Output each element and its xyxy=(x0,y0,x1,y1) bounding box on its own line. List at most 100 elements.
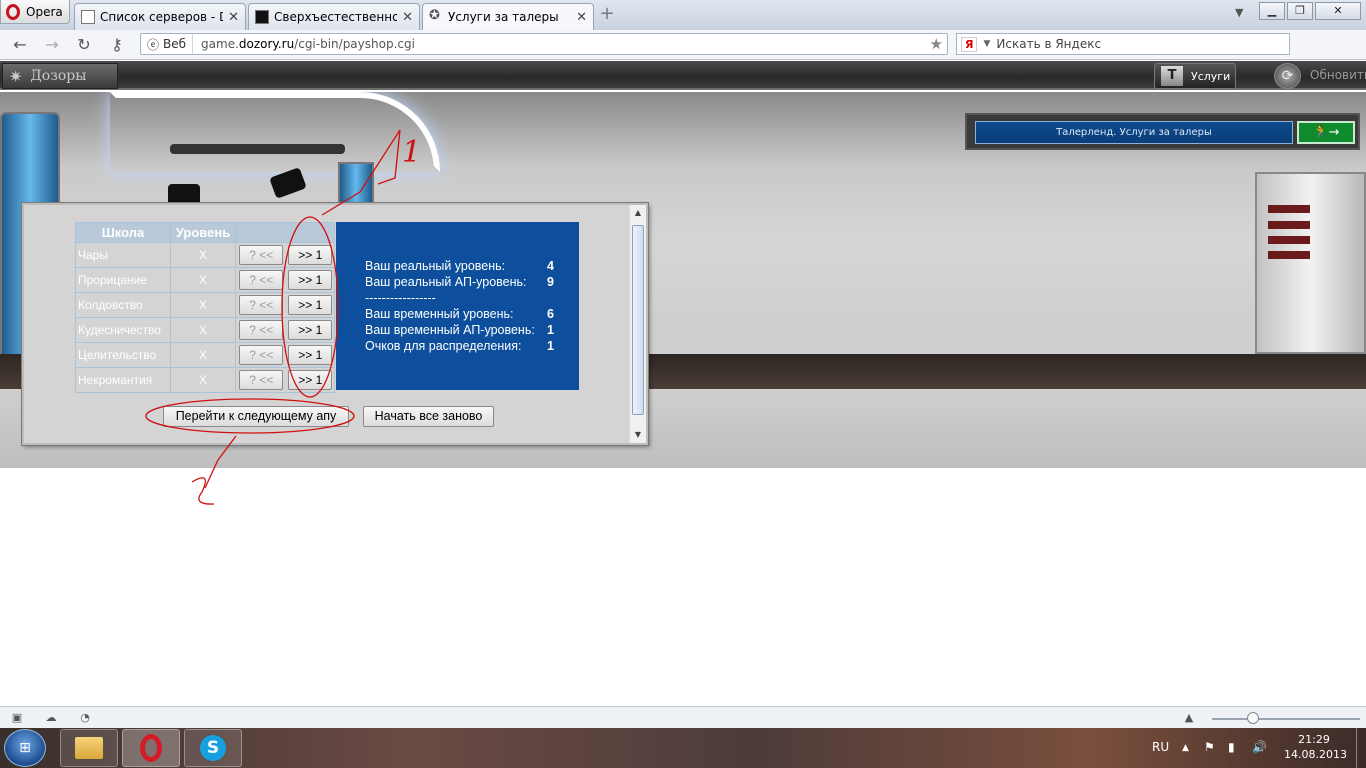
tab-taler-services[interactable]: ✪ Услуги за талеры ✕ xyxy=(422,3,594,30)
maximize-icon[interactable]: ❐ xyxy=(1287,2,1313,20)
table-row: Некромантия X ? << >> 1 xyxy=(75,367,335,393)
restart-button[interactable]: Начать все заново xyxy=(363,406,494,427)
system-clock[interactable]: 21:29 14.08.2013 xyxy=(1284,732,1347,762)
increase-button[interactable]: >> 1 xyxy=(288,345,333,365)
decrease-button[interactable]: ? << xyxy=(239,320,284,340)
star-icon: ✪ xyxy=(429,8,440,23)
increase-button[interactable]: >> 1 xyxy=(288,245,333,265)
direction-sign xyxy=(1268,205,1310,213)
scroll-up-icon[interactable]: ▲ xyxy=(630,205,646,221)
direction-sign xyxy=(1268,221,1310,229)
decrease-button[interactable]: ? << xyxy=(239,370,284,390)
minimize-icon[interactable]: ▁ xyxy=(1259,2,1285,20)
elevator-door[interactable] xyxy=(1255,172,1366,354)
real-level-label: Ваш реальный уровень: xyxy=(365,259,506,273)
yandex-icon: Я xyxy=(961,36,978,52)
school-name: Прорицание xyxy=(75,267,171,293)
decrease-button[interactable]: ? << xyxy=(239,295,284,315)
address-bar[interactable]: ⓔ Веб game.dozory.ru/cgi-bin/payshop.cgi… xyxy=(140,33,948,55)
bookmark-star-icon[interactable]: ★ xyxy=(930,35,943,53)
clock-time: 21:29 xyxy=(1298,733,1330,746)
increase-button[interactable]: >> 1 xyxy=(288,270,333,290)
close-icon[interactable]: ✕ xyxy=(576,10,587,25)
school-name: Кудесничество xyxy=(75,317,171,343)
tab-list-chevron-icon[interactable]: ▼ xyxy=(1235,6,1243,19)
volume-icon[interactable]: 🔊 xyxy=(1252,740,1267,754)
back-icon[interactable]: ← xyxy=(10,36,30,54)
skills-table: Школа Уровень Чары X ? << >> 1 Прорицани… xyxy=(75,222,335,393)
tab-server-list[interactable]: Список серверов - De ✕ xyxy=(74,3,246,30)
browser-status-bar: ▣ ☁ ◔ ▲ xyxy=(0,706,1366,728)
school-level: X xyxy=(170,292,236,318)
column-header-level: Уровень xyxy=(170,222,236,243)
taskbar-opera[interactable] xyxy=(122,729,180,767)
cloud-icon[interactable]: ☁ xyxy=(44,711,58,724)
language-indicator[interactable]: RU xyxy=(1152,740,1169,754)
points-label: Очков для распределения: xyxy=(365,339,522,353)
security-badge[interactable]: ⓔ Веб xyxy=(141,34,194,54)
opera-menu-button[interactable]: Opera xyxy=(0,0,70,24)
direction-sign xyxy=(1268,236,1310,244)
decrease-button[interactable]: ? << xyxy=(239,245,284,265)
school-name: Чары xyxy=(75,242,171,268)
ceiling-light-arc xyxy=(110,92,440,172)
show-hidden-icons-icon[interactable]: ▲ xyxy=(1182,743,1189,753)
school-name: Целительство xyxy=(75,342,171,368)
table-row: Кудесничество X ? << >> 1 xyxy=(75,317,335,343)
school-level: X xyxy=(170,317,236,343)
school-level: X xyxy=(170,342,236,368)
dialog-scrollbar[interactable]: ▲ ▼ xyxy=(629,205,646,443)
next-ap-button[interactable]: Перейти к следующему апу xyxy=(163,406,349,427)
search-placeholder: Искать в Яндекс xyxy=(996,37,1102,51)
exit-icon[interactable]: 🏃→ xyxy=(1297,121,1355,144)
emblem-icon: ✷ xyxy=(9,66,23,86)
increase-button[interactable]: >> 1 xyxy=(288,370,333,390)
new-tab-icon[interactable]: + xyxy=(598,5,616,23)
temp-ap-label: Ваш временный АП-уровень: xyxy=(365,323,535,337)
real-level-value: 4 xyxy=(547,259,554,273)
speedometer-icon[interactable]: ◔ xyxy=(78,711,92,724)
increase-button[interactable]: >> 1 xyxy=(288,320,333,340)
school-name: Колдовство xyxy=(75,292,171,318)
tab-supernatural[interactable]: Сверхъестественное 1 ✕ xyxy=(248,3,420,30)
network-icon[interactable]: ▮ xyxy=(1228,740,1235,754)
flag-icon[interactable]: ⚑ xyxy=(1204,740,1215,754)
scroll-thumb[interactable] xyxy=(632,225,644,415)
scroll-down-icon[interactable]: ▼ xyxy=(630,427,646,443)
taskbar-skype[interactable]: S xyxy=(184,729,242,767)
temp-level-label: Ваш временный уровень: xyxy=(365,307,514,321)
taskbar-explorer[interactable] xyxy=(60,729,118,767)
refresh-label[interactable]: Обновить xyxy=(1310,68,1366,82)
level-info-panel: Ваш реальный уровень: 4 Ваш реальный АП-у… xyxy=(336,222,579,390)
taler-icon: T xyxy=(1161,66,1183,86)
annotation-2-digit xyxy=(191,477,215,505)
opera-icon xyxy=(140,734,162,762)
chevron-down-icon[interactable]: ▼ xyxy=(983,39,990,49)
start-button[interactable]: ⊞ xyxy=(4,729,46,767)
forward-icon[interactable]: → xyxy=(42,36,62,54)
panel-toggle-icon[interactable]: ▣ xyxy=(10,711,24,724)
chevron-up-icon[interactable]: ▲ xyxy=(1182,711,1196,724)
film-icon xyxy=(255,10,269,24)
show-desktop-button[interactable] xyxy=(1356,728,1366,768)
refresh-icon[interactable]: ⟳ xyxy=(1274,63,1301,89)
decrease-button[interactable]: ? << xyxy=(239,270,284,290)
page-icon xyxy=(81,10,95,24)
reload-icon[interactable]: ↻ xyxy=(74,36,94,54)
search-field[interactable]: Я ▼ Искать в Яндекс xyxy=(956,33,1290,55)
direction-sign xyxy=(1268,251,1310,259)
zoom-knob[interactable] xyxy=(1247,712,1259,724)
zoom-slider[interactable] xyxy=(1212,718,1360,720)
close-icon[interactable]: ✕ xyxy=(228,10,239,25)
key-icon[interactable]: ⚷ xyxy=(104,36,130,54)
school-level: X xyxy=(170,367,236,393)
column-header-school: Школа xyxy=(75,222,171,243)
close-icon[interactable]: ✕ xyxy=(402,10,413,25)
increase-button[interactable]: >> 1 xyxy=(288,295,333,315)
school-name: Некромантия xyxy=(75,367,171,393)
close-window-icon[interactable]: ✕ xyxy=(1315,2,1361,20)
services-button[interactable]: T Услуги xyxy=(1154,63,1236,89)
decrease-button[interactable]: ? << xyxy=(239,345,284,365)
opera-menu-label: Opera xyxy=(26,4,63,19)
dozory-logo[interactable]: ✷ Дозоры xyxy=(2,63,118,89)
